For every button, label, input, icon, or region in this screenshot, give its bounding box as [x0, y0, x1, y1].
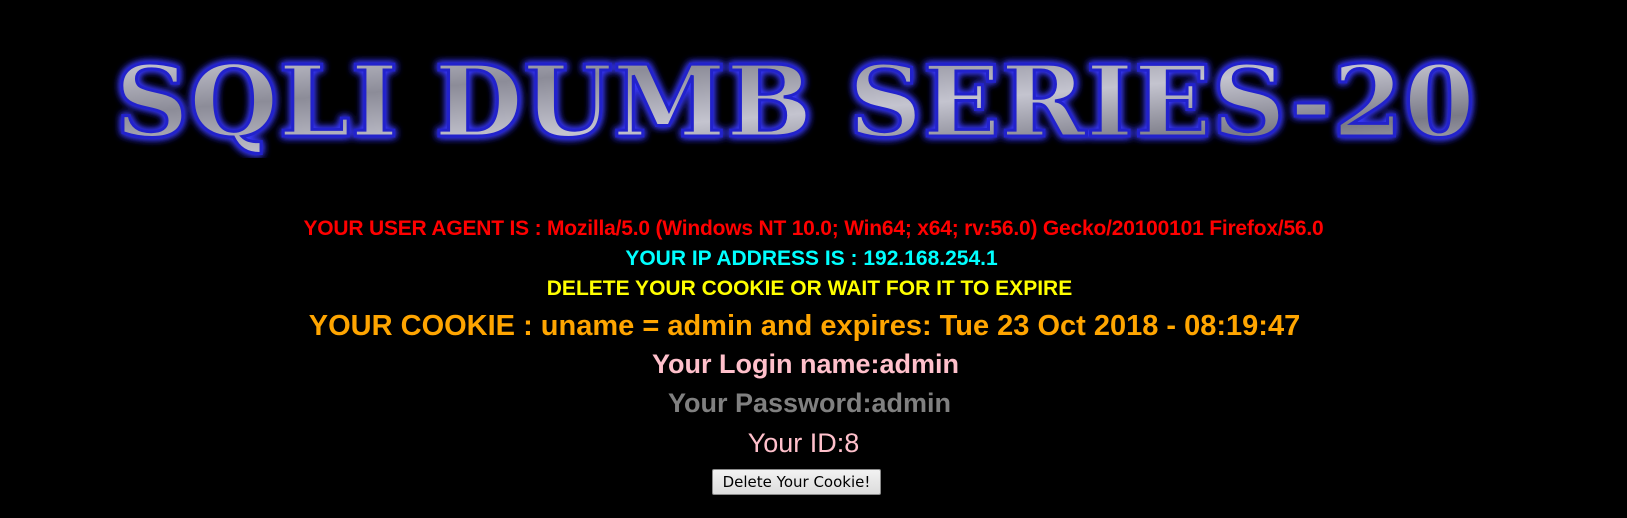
login-name-text: Your Login name:admin [651, 349, 959, 379]
info-block: YOUR USER AGENT IS : Mozilla/5.0 (Window… [0, 214, 1627, 463]
cookie-notice-text: DELETE YOUR COOKIE OR WAIT FOR IT TO EXP… [546, 277, 1073, 300]
page: SQLI DUMB SERIES-20 YOUR USER AGENT IS :… [0, 0, 1627, 518]
cookie-text: YOUR COOKIE : uname = admin and expires:… [308, 310, 1301, 342]
button-row: Delete Your Cookie! [0, 469, 1627, 495]
delete-cookie-button[interactable]: Delete Your Cookie! [711, 469, 882, 495]
user-id-text: Your ID:8 [747, 428, 860, 458]
title-banner-text: SQLI DUMB SERIES-20 [115, 48, 1475, 158]
password-text: Your Password:admin [667, 388, 952, 418]
user-agent-text: YOUR USER AGENT IS : Mozilla/5.0 (Window… [303, 217, 1324, 240]
title-banner: SQLI DUMB SERIES-20 [85, 48, 1505, 158]
ip-address-text: YOUR IP ADDRESS IS : 192.168.254.1 [625, 247, 998, 270]
title-banner-graphic: SQLI DUMB SERIES-20 [114, 48, 1477, 158]
